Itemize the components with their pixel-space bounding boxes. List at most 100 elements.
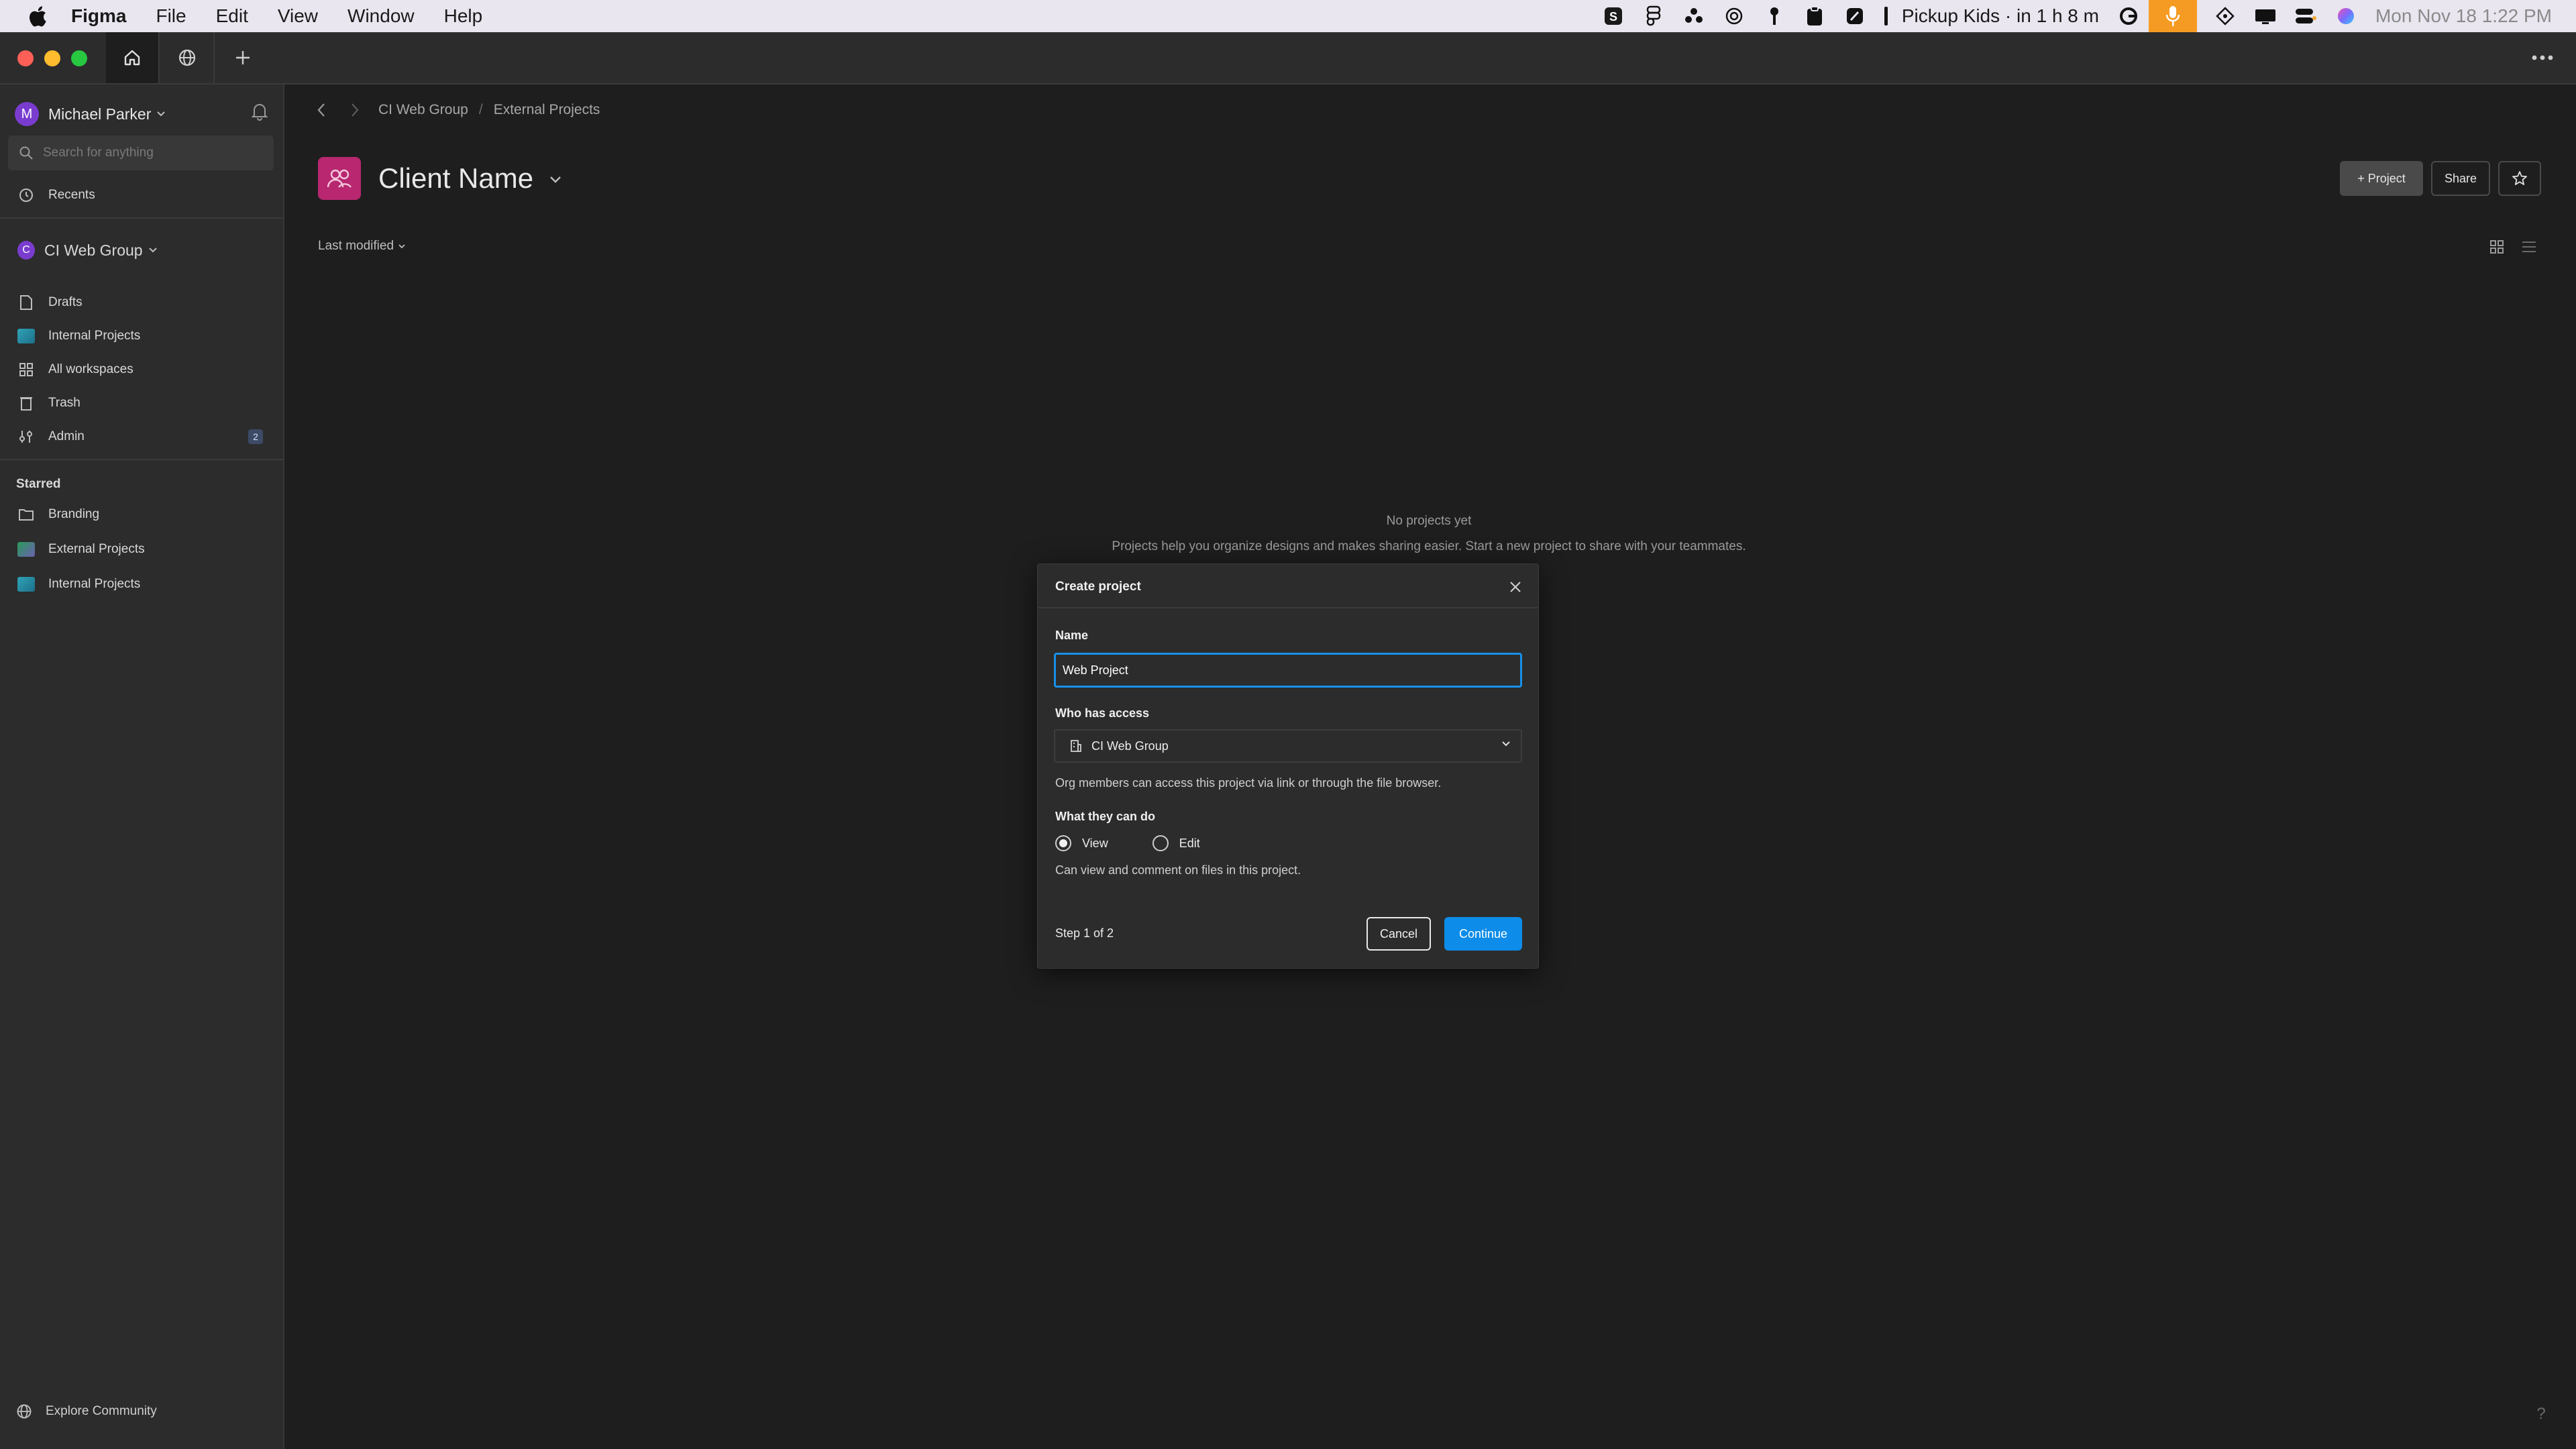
starred-item-internal-projects[interactable]: Internal Projects xyxy=(8,569,274,600)
chevron-down-icon xyxy=(148,247,158,254)
menu-bar: Figma File Edit View Window Help S Picku… xyxy=(0,0,2576,32)
step-indicator: Step 1 of 2 xyxy=(1055,926,1114,940)
sidebar-item-all-workspaces[interactable]: All workspaces xyxy=(8,354,274,385)
search-icon xyxy=(19,146,33,160)
globe-icon xyxy=(178,49,196,66)
account-name: Michael Parker xyxy=(48,105,152,123)
view-radio[interactable] xyxy=(1055,835,1071,851)
siri-icon[interactable] xyxy=(2334,4,2358,28)
explore-community-link[interactable]: Explore Community xyxy=(16,1403,157,1419)
more-options-button[interactable] xyxy=(2522,44,2563,71)
tab-community[interactable] xyxy=(161,32,215,83)
calendar-event[interactable]: Pickup Kids · in 1 h 8 m xyxy=(1902,5,2099,27)
breadcrumb-team[interactable]: External Projects xyxy=(494,102,600,118)
continue-button[interactable]: Continue xyxy=(1444,917,1522,951)
chevron-down-icon[interactable] xyxy=(543,168,568,192)
cloud-display-icon[interactable] xyxy=(2253,4,2277,28)
dialog-title: Create project xyxy=(1055,580,1141,594)
help-icon[interactable]: ? xyxy=(2528,1401,2555,1428)
status-tray: S Pickup Kids · in 1 h 8 m Mon Nov 18 1:… xyxy=(1593,0,2576,32)
grammarly-icon[interactable] xyxy=(2116,4,2141,28)
list-view-button[interactable] xyxy=(2517,235,2541,259)
admin-count-badge: 2 xyxy=(248,429,263,444)
sidebar-item-trash[interactable]: Trash xyxy=(8,388,274,419)
sort-dropdown[interactable]: Last modified xyxy=(318,239,406,254)
team-people-icon xyxy=(318,157,361,200)
sidebar-item-internal-projects[interactable]: Internal Projects xyxy=(8,321,274,352)
chevron-down-icon xyxy=(1501,740,1511,748)
calendar-bar-icon xyxy=(1883,4,1890,28)
editor-icon[interactable] xyxy=(1843,4,1867,28)
breadcrumb: CI Web Group / External Projects xyxy=(311,98,610,122)
star-icon xyxy=(2512,171,2527,185)
search-box[interactable] xyxy=(8,136,274,170)
pen-tool-icon[interactable] xyxy=(2213,4,2237,28)
dialog-header: Create project xyxy=(1038,564,1538,608)
avatar: M xyxy=(15,102,39,126)
close-icon[interactable] xyxy=(1503,575,1527,599)
people-icon[interactable] xyxy=(1682,4,1706,28)
permission-label: What they can do xyxy=(1055,810,1156,823)
account-switcher[interactable]: M Michael Parker xyxy=(15,97,166,131)
share-button[interactable]: Share xyxy=(2431,161,2490,196)
skype-icon[interactable]: S xyxy=(1601,4,1625,28)
project-name-input[interactable] xyxy=(1054,653,1522,688)
permission-help-text: Can view and comment on files in this pr… xyxy=(1055,863,1301,877)
clipboard-icon[interactable] xyxy=(1803,4,1827,28)
sidebar-item-label: Recents xyxy=(48,188,95,202)
menu-app-name[interactable]: Figma xyxy=(71,5,126,27)
access-select[interactable]: CI Web Group xyxy=(1054,729,1522,763)
sidebar-item-admin[interactable]: Admin 2 xyxy=(8,421,274,452)
sidebar-item-label: All workspaces xyxy=(48,362,133,376)
menu-view[interactable]: View xyxy=(278,5,318,27)
back-arrow-icon[interactable] xyxy=(311,103,331,117)
close-window-button[interactable] xyxy=(17,50,34,66)
org-switcher[interactable]: C CI Web Group xyxy=(8,235,274,266)
new-tab-button[interactable] xyxy=(216,32,270,83)
page-title: Client Name xyxy=(378,162,534,194)
sidebar-item-recents[interactable]: Recents xyxy=(8,180,274,211)
divider xyxy=(0,217,283,219)
new-project-button[interactable]: + Project xyxy=(2340,161,2423,196)
breadcrumb-separator: / xyxy=(478,102,483,117)
sidebar-item-label: Admin xyxy=(48,429,85,443)
star-button[interactable] xyxy=(2498,161,2541,196)
cancel-button[interactable]: Cancel xyxy=(1366,917,1431,951)
chevron-down-icon xyxy=(156,111,166,117)
view-radio-label[interactable]: View xyxy=(1082,837,1108,851)
plus-icon xyxy=(236,51,250,64)
sidebar: M Michael Parker Recents C CI Web Group … xyxy=(0,85,284,1449)
notifications-bell-icon[interactable] xyxy=(251,102,268,124)
zoom-window-button[interactable] xyxy=(71,50,87,66)
chatgpt-icon[interactable] xyxy=(1722,4,1746,28)
apple-logo-icon[interactable] xyxy=(24,3,51,30)
window-titlebar xyxy=(0,32,2576,85)
control-center-icon[interactable] xyxy=(2294,4,2318,28)
sidebar-item-label: Internal Projects xyxy=(48,577,141,591)
menu-edit[interactable]: Edit xyxy=(216,5,248,27)
key-icon[interactable] xyxy=(1762,4,1786,28)
figma-icon[interactable] xyxy=(1642,4,1666,28)
home-icon xyxy=(124,50,140,66)
breadcrumb-org[interactable]: CI Web Group xyxy=(378,102,468,118)
clock[interactable]: Mon Nov 18 1:22 PM xyxy=(2375,5,2552,27)
search-input[interactable] xyxy=(43,146,258,160)
tab-home[interactable] xyxy=(106,32,160,83)
menu-window[interactable]: Window xyxy=(347,5,415,27)
grid-view-button[interactable] xyxy=(2485,235,2509,259)
sidebar-item-label: Internal Projects xyxy=(48,329,141,343)
edit-radio[interactable] xyxy=(1152,835,1169,851)
create-project-dialog: Create project Name Who has access CI We… xyxy=(1037,564,1539,969)
grid-icon xyxy=(2490,240,2504,254)
chevron-down-icon xyxy=(398,244,406,249)
forward-arrow-icon[interactable] xyxy=(345,103,365,117)
team-thumbnail-icon xyxy=(17,576,35,593)
sidebar-item-drafts[interactable]: Drafts xyxy=(8,287,274,318)
microphone-icon[interactable] xyxy=(2148,0,2197,32)
edit-radio-label[interactable]: Edit xyxy=(1179,837,1200,851)
menu-help[interactable]: Help xyxy=(444,5,483,27)
menu-file[interactable]: File xyxy=(156,5,186,27)
minimize-window-button[interactable] xyxy=(44,50,60,66)
org-avatar: C xyxy=(17,241,35,260)
admin-sliders-icon xyxy=(17,428,35,445)
